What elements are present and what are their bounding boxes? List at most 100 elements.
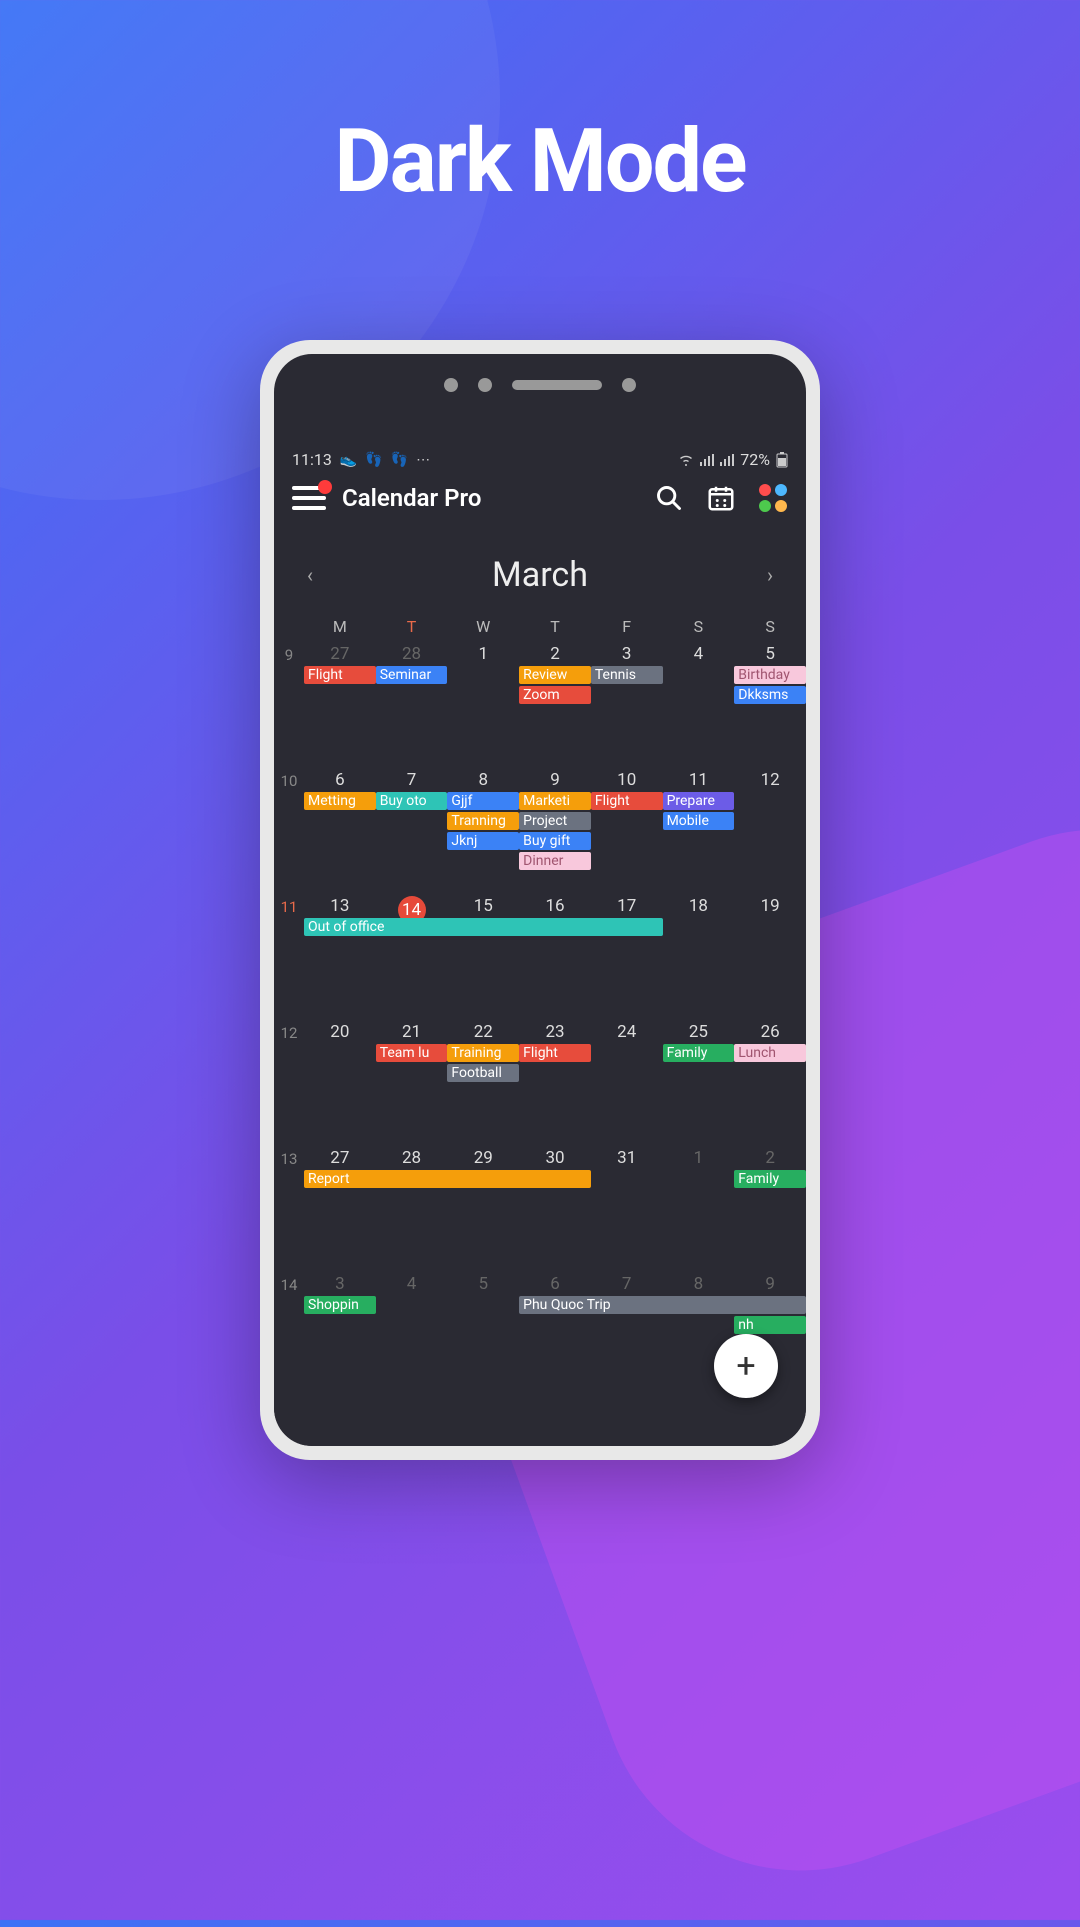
calendar-cell[interactable]: 3: [591, 642, 663, 768]
calendar-cell[interactable]: 13: [304, 894, 376, 1020]
day-number: 18: [663, 896, 735, 916]
calendar-cell[interactable]: 18: [663, 894, 735, 1020]
day-number: 1: [447, 644, 519, 664]
calendar-cell[interactable]: 12: [734, 768, 806, 894]
calendar-cell[interactable]: 28: [376, 1146, 448, 1272]
event-chip[interactable]: Flight: [591, 792, 663, 810]
event-chip[interactable]: Tranning: [447, 812, 519, 830]
menu-button[interactable]: [292, 486, 326, 510]
calendar-cell[interactable]: 1: [447, 642, 519, 768]
calendar-cell[interactable]: 17: [591, 894, 663, 1020]
day-number: 28: [376, 644, 448, 664]
calendar-cell[interactable]: 7: [591, 1272, 663, 1398]
calendar-cell[interactable]: 2: [734, 1146, 806, 1272]
calendar-cell[interactable]: 27: [304, 642, 376, 768]
event-chip[interactable]: Birthday: [734, 666, 806, 684]
event-chip[interactable]: Prepare: [663, 792, 735, 810]
calendar-cell[interactable]: 22: [447, 1020, 519, 1146]
event-chip[interactable]: Shoppin: [304, 1296, 376, 1314]
add-event-button[interactable]: +: [714, 1334, 778, 1398]
event-chip[interactable]: Flight: [519, 1044, 591, 1062]
event-chip[interactable]: Flight: [304, 666, 376, 684]
event-chip[interactable]: Mobile: [663, 812, 735, 830]
day-number: 25: [663, 1022, 735, 1042]
calendar-cell[interactable]: 9: [519, 768, 591, 894]
today-button[interactable]: [706, 483, 736, 513]
calendar-cell[interactable]: 26: [734, 1020, 806, 1146]
calendar-cell[interactable]: 20: [304, 1020, 376, 1146]
calendar-cell[interactable]: 23: [519, 1020, 591, 1146]
calendar-cell[interactable]: 24: [591, 1020, 663, 1146]
notification-badge: [318, 480, 332, 494]
event-chip[interactable]: Dkksms: [734, 686, 806, 704]
prev-month-button[interactable]: ‹: [298, 563, 322, 587]
event-chip[interactable]: Zoom: [519, 686, 591, 704]
footsteps-icon: 👣: [391, 452, 408, 468]
calendar-cell[interactable]: 15: [447, 894, 519, 1020]
event-chip[interactable]: Tennis: [591, 666, 663, 684]
calendar-cell[interactable]: 25: [663, 1020, 735, 1146]
event-chip[interactable]: Dinner: [519, 852, 591, 870]
event-chip[interactable]: Metting: [304, 792, 376, 810]
calendar-cell[interactable]: 6: [519, 1272, 591, 1398]
calendar-cell[interactable]: 16: [519, 894, 591, 1020]
calendar-cell[interactable]: 28: [376, 642, 448, 768]
event-chip[interactable]: Family: [663, 1044, 735, 1062]
month-navigation: ‹ March ›: [274, 527, 806, 611]
calendar-cell[interactable]: 6: [304, 768, 376, 894]
event-chip[interactable]: Phu Quoc Trip: [519, 1296, 806, 1314]
day-number: 6: [304, 770, 376, 790]
day-number: 5: [734, 644, 806, 664]
calendar-cell[interactable]: 11: [663, 768, 735, 894]
status-time: 11:13: [292, 450, 332, 469]
event-chip[interactable]: Review: [519, 666, 591, 684]
calendar-cell[interactable]: 27: [304, 1146, 376, 1272]
footsteps-icon: 👣: [365, 452, 382, 468]
event-chip[interactable]: Report: [304, 1170, 591, 1188]
event-chip[interactable]: Seminar: [376, 666, 448, 684]
calendar-cell[interactable]: 5: [734, 642, 806, 768]
calendar-cell[interactable]: 3: [304, 1272, 376, 1398]
next-month-button[interactable]: ›: [758, 563, 782, 587]
search-button[interactable]: [654, 483, 684, 513]
event-chip[interactable]: Family: [734, 1170, 806, 1188]
event-chip[interactable]: Marketi: [519, 792, 591, 810]
calendar-cell[interactable]: 30: [519, 1146, 591, 1272]
calendar-cell[interactable]: 14: [376, 894, 448, 1020]
calendar-cell[interactable]: 2: [519, 642, 591, 768]
calendar-cell[interactable]: 31: [591, 1146, 663, 1272]
event-chip[interactable]: nh: [734, 1316, 806, 1334]
day-number: 3: [304, 1274, 376, 1294]
event-chip[interactable]: Buy oto: [376, 792, 448, 810]
calendar-cell[interactable]: 1: [663, 1146, 735, 1272]
app-title: Calendar Pro: [342, 484, 638, 512]
day-number: 26: [734, 1022, 806, 1042]
day-number: 4: [376, 1274, 448, 1294]
calendar-cell[interactable]: 10: [591, 768, 663, 894]
calendar-cell[interactable]: 19: [734, 894, 806, 1020]
event-chip[interactable]: Project: [519, 812, 591, 830]
event-chip[interactable]: Lunch: [734, 1044, 806, 1062]
calendar-cell[interactable]: 4: [376, 1272, 448, 1398]
signal-icon: [700, 454, 714, 466]
event-chip[interactable]: Buy gift: [519, 832, 591, 850]
calendar-cell[interactable]: 21: [376, 1020, 448, 1146]
event-chip[interactable]: Out of office: [304, 918, 663, 936]
day-header: T: [376, 611, 448, 642]
event-chip[interactable]: Jknj: [447, 832, 519, 850]
event-chip[interactable]: Team lu: [376, 1044, 448, 1062]
event-chip[interactable]: Football: [447, 1064, 519, 1082]
calendar-cell[interactable]: 5: [447, 1272, 519, 1398]
event-chip[interactable]: Training: [447, 1044, 519, 1062]
day-number: 11: [663, 770, 735, 790]
calendar-cell[interactable]: 29: [447, 1146, 519, 1272]
day-number: 19: [734, 896, 806, 916]
apps-button[interactable]: [758, 483, 788, 513]
calendar-cell[interactable]: 4: [663, 642, 735, 768]
day-header: M: [304, 611, 376, 642]
calendar-cell[interactable]: 7: [376, 768, 448, 894]
calendar-cell[interactable]: 8: [447, 768, 519, 894]
day-number: 3: [591, 644, 663, 664]
event-chip[interactable]: Gjjf: [447, 792, 519, 810]
day-number: 20: [304, 1022, 376, 1042]
